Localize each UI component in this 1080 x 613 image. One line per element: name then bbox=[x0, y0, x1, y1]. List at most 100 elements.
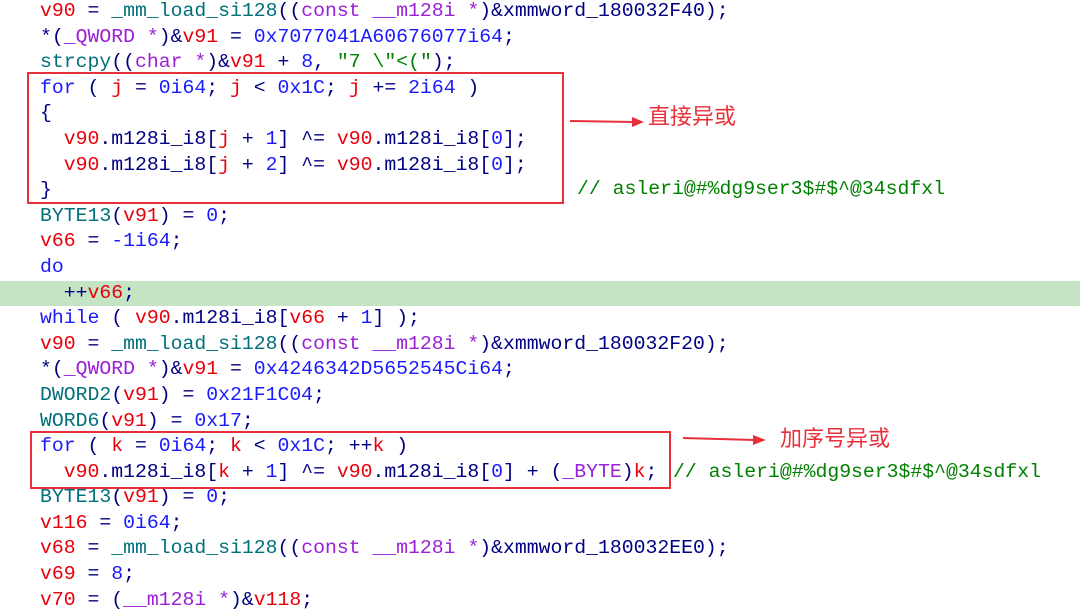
code-line[interactable]: while ( v90.m128i_i8[v66 + 1] ); bbox=[0, 306, 1080, 332]
code-token: 0 bbox=[206, 204, 219, 227]
code-token: const bbox=[301, 0, 361, 22]
code-token: xmmword_180032EE0 bbox=[503, 537, 705, 560]
code-line[interactable]: BYTE13(v91) = 0; bbox=[0, 204, 1080, 230]
code-token: ( bbox=[111, 383, 124, 406]
code-token: = bbox=[218, 358, 254, 381]
code-token: while bbox=[40, 307, 100, 330]
code-token: *( bbox=[40, 25, 64, 48]
code-token: 0x4246342D5652545Ci64 bbox=[253, 358, 504, 381]
code-line[interactable]: *(_QWORD *)&v91 = 0x7077041A60676077i64; bbox=[0, 25, 1080, 51]
code-token: ( bbox=[99, 409, 112, 432]
code-token: v66 bbox=[87, 281, 124, 304]
code-token: ) = bbox=[146, 409, 195, 432]
code-line[interactable]: BYTE13(v91) = 0; bbox=[0, 485, 1080, 511]
arrow-icon bbox=[569, 117, 644, 127]
code-line[interactable]: v90 = _mm_load_si128((const __m128i *)&x… bbox=[0, 0, 1080, 25]
code-token: v68 bbox=[40, 537, 76, 560]
code-token: = bbox=[75, 332, 112, 355]
code-token: ; bbox=[503, 358, 515, 381]
code-token: v91 bbox=[123, 383, 159, 406]
code-token: v91 bbox=[123, 204, 159, 227]
code-token: )& bbox=[479, 537, 504, 560]
code-line[interactable]: ++v66; bbox=[0, 280, 1080, 307]
code-token: 8 bbox=[111, 563, 124, 586]
code-token: ; bbox=[301, 588, 314, 611]
code-token: )& bbox=[206, 51, 230, 74]
code-token: (( bbox=[277, 0, 302, 22]
code-token: 0x17 bbox=[194, 409, 242, 432]
code-token: v90 bbox=[40, 332, 76, 355]
code-token: v66 bbox=[40, 230, 76, 253]
code-token: )& bbox=[479, 0, 504, 22]
code-token: = bbox=[75, 230, 112, 253]
code-token: v91 bbox=[111, 409, 147, 432]
code-token: v70 bbox=[40, 588, 76, 611]
code-token: )& bbox=[158, 25, 183, 48]
code-token: _mm_load_si128 bbox=[111, 332, 278, 355]
code-comment: // asleri@#%dg9ser3$#$^@34sdfxl bbox=[577, 178, 945, 200]
code-line[interactable]: v66 = -1i64; bbox=[0, 229, 1080, 255]
code-line[interactable]: v90 = _mm_load_si128((const __m128i *)&x… bbox=[0, 332, 1080, 358]
code-token: do bbox=[40, 255, 64, 278]
code-line[interactable]: v70 = (__m128i *)&v118; bbox=[0, 588, 1080, 613]
code-token: __m128i * bbox=[372, 537, 480, 560]
code-line[interactable]: DWORD2(v91) = 0x21F1C04; bbox=[0, 383, 1080, 409]
code-token: + bbox=[265, 51, 302, 74]
code-token: .m128i_i8[ bbox=[170, 307, 290, 330]
code-token: ; bbox=[170, 511, 183, 534]
code-token: ( bbox=[99, 307, 135, 330]
code-line[interactable]: do bbox=[0, 255, 1080, 281]
code-token: v91 bbox=[182, 25, 219, 48]
code-token: v66 bbox=[289, 307, 325, 330]
code-token: _QWORD * bbox=[63, 25, 159, 48]
code-token: (( bbox=[111, 51, 135, 74]
code-token: v118 bbox=[253, 588, 302, 611]
code-token: ( bbox=[111, 486, 124, 509]
code-token: _mm_load_si128 bbox=[111, 537, 278, 560]
code-token: const bbox=[301, 537, 361, 560]
code-token: v69 bbox=[40, 563, 76, 586]
code-token: BYTE13 bbox=[40, 486, 112, 509]
code-token: 0 bbox=[206, 486, 219, 509]
code-token: ); bbox=[431, 51, 456, 74]
code-token: WORD6 bbox=[40, 409, 100, 432]
code-token: ; bbox=[503, 25, 515, 48]
code-token: BYTE13 bbox=[40, 204, 112, 227]
code-token: ( bbox=[111, 204, 124, 227]
annotation-direct-xor: 直接异或 bbox=[648, 105, 737, 130]
code-token: = ( bbox=[75, 588, 124, 611]
code-line[interactable]: v116 = 0i64; bbox=[0, 511, 1080, 537]
code-token: = bbox=[75, 563, 112, 586]
code-token: ; bbox=[241, 409, 254, 432]
code-token: = bbox=[218, 25, 254, 48]
code-token: ) = bbox=[158, 204, 207, 227]
code-token: char * bbox=[134, 51, 207, 74]
code-token: ] ); bbox=[372, 307, 420, 330]
code-token: 0x21F1C04 bbox=[206, 383, 314, 406]
code-token: ; bbox=[218, 486, 230, 509]
code-line[interactable]: v68 = _mm_load_si128((const __m128i *)&x… bbox=[0, 536, 1080, 562]
code-token: "7 \"<(" bbox=[336, 51, 432, 74]
code-token: ); bbox=[704, 537, 729, 560]
arrow-icon bbox=[682, 435, 766, 445]
code-token: (( bbox=[277, 537, 302, 560]
code-token: __m128i * bbox=[372, 332, 480, 355]
code-token: )& bbox=[158, 358, 183, 381]
code-token: 0x7077041A60676077i64 bbox=[253, 25, 504, 48]
code-token: v91 bbox=[123, 486, 159, 509]
code-token: const bbox=[301, 332, 361, 355]
annotation-box-xor-loop bbox=[27, 72, 564, 204]
code-comment: // asleri@#%dg9ser3$#$^@34sdfxl bbox=[673, 461, 1041, 483]
code-line[interactable]: *(_QWORD *)&v91 = 0x4246342D5652545Ci64; bbox=[0, 357, 1080, 383]
code-line[interactable]: v69 = 8; bbox=[0, 562, 1080, 588]
code-token: ; bbox=[123, 563, 135, 586]
code-token: -1i64 bbox=[111, 230, 171, 253]
code-token: (( bbox=[277, 332, 302, 355]
code-token: strcpy bbox=[40, 51, 112, 74]
code-token: v90 bbox=[40, 0, 76, 22]
code-token: *( bbox=[40, 358, 64, 381]
code-token: , bbox=[313, 51, 337, 74]
code-token: 8 bbox=[301, 51, 314, 74]
